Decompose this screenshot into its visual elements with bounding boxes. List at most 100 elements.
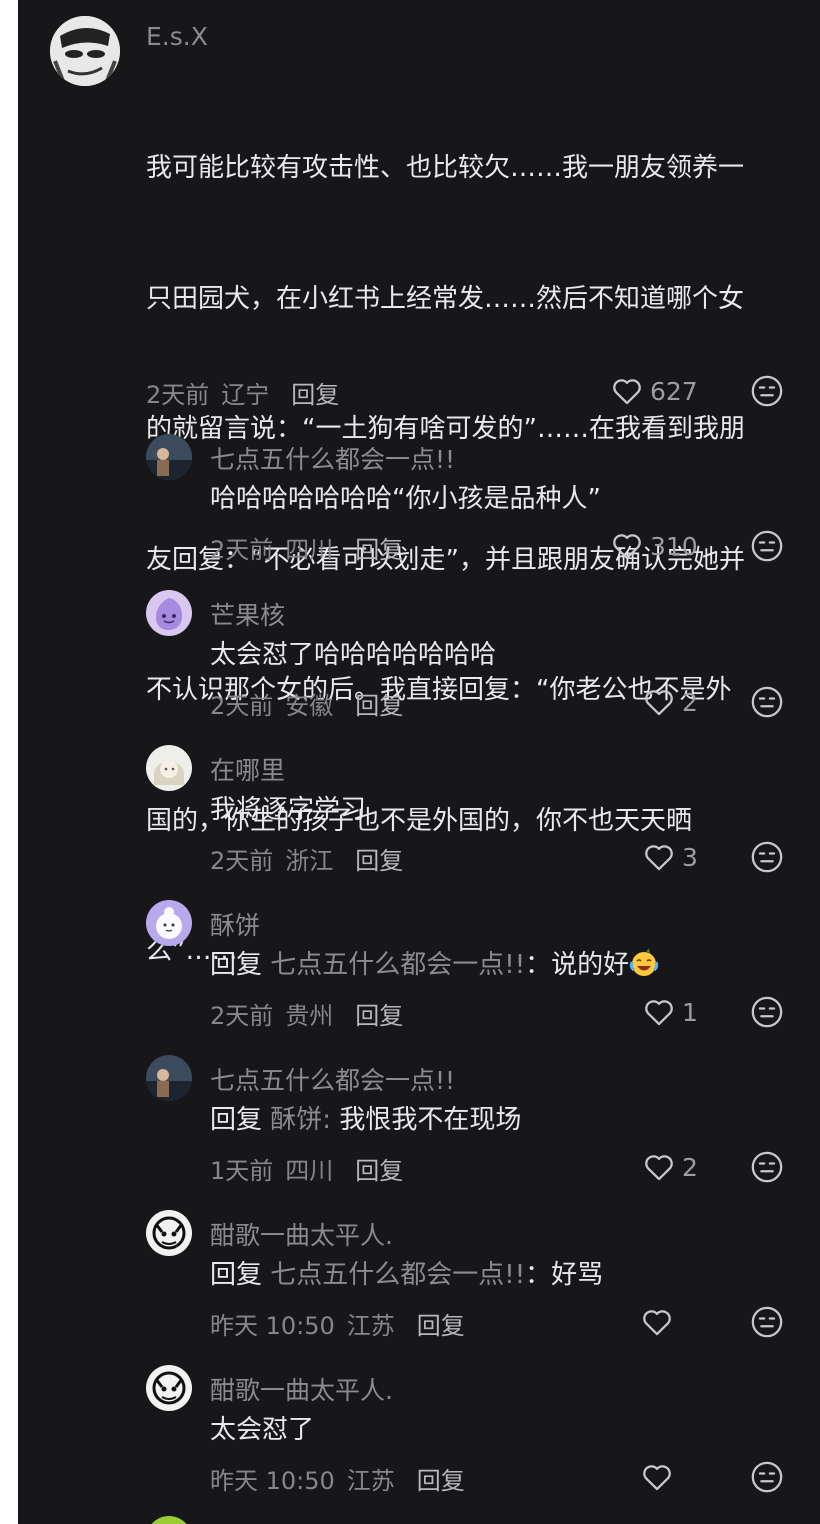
like-button[interactable]: 1 (642, 995, 698, 1029)
comment-text: 太会怼了 (210, 1415, 315, 1445)
like-count: 627 (650, 376, 698, 406)
neutral-face-icon[interactable] (750, 840, 784, 874)
like-button[interactable] (640, 1305, 680, 1339)
like-button[interactable]: 2 (642, 1150, 698, 1184)
comment-location: 辽宁 (221, 381, 270, 409)
reply-prefix: 回复 (210, 1260, 263, 1290)
comment-location: 江苏 (346, 1312, 395, 1340)
comment-time: 1天前 (210, 1157, 274, 1185)
comment-time: 2天前 (210, 1002, 274, 1030)
comment-location: 贵州 (285, 1002, 334, 1030)
comment-meta: 昨天 10:50 江苏 回复 (210, 1306, 477, 1341)
comment-username[interactable]: 酣歌一曲太平人. (210, 1371, 393, 1407)
heart-outline-icon (645, 1155, 673, 1181)
comment-time: 2天前 (210, 536, 274, 564)
reply-item: 芒果核 太会怼了哈哈哈哈哈哈哈 2天前 安徽 回复 2 (18, 586, 820, 736)
comment-meta: 2天前 贵州 回复 (210, 996, 415, 1031)
heart-outline-icon (613, 379, 641, 405)
heart-outline-icon (645, 845, 673, 871)
comment-meta: 昨天 10:50 江苏 回复 (210, 1461, 477, 1496)
comment-text: 回复 七点五什么都会一点!!：好骂 (210, 1254, 603, 1298)
comment-item: E.s.X 我可能比较有攻击性、也比较欠……我一朋友领养一 只田园犬，在小红书上… (18, 0, 820, 966)
avatar[interactable] (146, 434, 192, 480)
like-button[interactable]: 3 (642, 840, 698, 874)
comment-meta: 2天前 辽宁 回复 (146, 375, 351, 410)
neutral-face-icon[interactable] (750, 1305, 784, 1339)
avatar[interactable] (146, 1055, 192, 1101)
crying-laughing-emoji-icon (630, 949, 659, 976)
like-button[interactable]: 2 (642, 685, 698, 719)
avatar[interactable] (50, 16, 120, 86)
comment-location: 江苏 (346, 1467, 395, 1495)
reply-text: ：好骂 (525, 1260, 604, 1290)
comment-time: 2天前 (210, 847, 274, 875)
comment-location: 四川 (285, 1157, 334, 1185)
like-count: 3 (682, 842, 698, 872)
neutral-face-icon[interactable] (750, 1460, 784, 1494)
avatar[interactable] (146, 900, 192, 946)
like-button[interactable]: 310 (610, 529, 698, 563)
reply-target-user[interactable]: 七点五什么都会一点!! (270, 950, 525, 980)
heart-outline-icon (645, 690, 673, 716)
comment-username[interactable]: 芒果核 (210, 596, 285, 632)
reply-target-user[interactable]: 酥饼: (270, 1105, 331, 1135)
reply-prefix: 回复 (210, 950, 263, 980)
comment-text: 我将逐字学习 (210, 795, 367, 825)
neutral-face-icon[interactable] (750, 374, 784, 408)
avatar[interactable] (146, 590, 192, 636)
avatar[interactable] (146, 1210, 192, 1256)
comment-username[interactable]: 七点五什么都会一点!! (210, 440, 455, 476)
like-count: 1 (682, 997, 698, 1027)
comment-meta: 1天前 四川 回复 (210, 1151, 415, 1186)
neutral-face-icon[interactable] (750, 1150, 784, 1184)
comment-time: 2天前 (146, 381, 210, 409)
neutral-face-icon[interactable] (750, 529, 784, 563)
comment-meta: 2天前 安徽 回复 (210, 686, 415, 721)
reply-item: 酣歌一曲太平人. 回复 七点五什么都会一点!!：好骂 昨天 10:50 江苏 回复 (18, 1206, 820, 1356)
neutral-face-icon[interactable] (750, 995, 784, 1029)
comment-time: 2天前 (210, 692, 274, 720)
heart-outline-icon (613, 534, 641, 560)
like-button[interactable] (640, 1460, 680, 1494)
comment-username[interactable]: 七点五什么都会一点!! (210, 1061, 455, 1097)
heart-outline-icon (643, 1465, 671, 1491)
comment-location: 浙江 (285, 847, 334, 875)
reply-button[interactable]: 回复 (291, 381, 339, 409)
comment-meta: 2天前 四川 回复 (210, 530, 415, 565)
reply-item: 七点五什么都会一点!! 回复 酥饼: 我恨我不在现场 1天前 四川 回复 2 (18, 1051, 820, 1201)
reply-item: 酣歌一曲太平人. 太会怼了 昨天 10:50 江苏 回复 (18, 1361, 820, 1511)
reply-text: ：说的好 (525, 950, 630, 980)
reply-button[interactable]: 回复 (417, 1467, 465, 1495)
comment-username[interactable]: 在哪里 (210, 751, 285, 787)
avatar[interactable] (146, 1516, 192, 1524)
comment-location: 四川 (285, 536, 334, 564)
reply-item: 七点五什么都会一点!! 哈哈哈哈哈哈哈“你小孩是品种人” 2天前 四川 回复 310 (18, 430, 820, 580)
reply-button[interactable]: 回复 (355, 692, 403, 720)
avatar[interactable] (146, 745, 192, 791)
neutral-face-icon[interactable] (750, 685, 784, 719)
comment-username[interactable]: 酣歌一曲太平人. (210, 1216, 393, 1252)
reply-prefix: 回复 (210, 1105, 263, 1135)
reply-item: 在哪里 我将逐字学习 2天前 浙江 回复 3 (18, 741, 820, 891)
comment-time: 昨天 10:50 (210, 1467, 335, 1495)
heart-outline-icon (643, 1310, 671, 1336)
reply-button[interactable]: 回复 (355, 1157, 403, 1185)
comment-text: 回复 酥饼: 我恨我不在现场 (210, 1099, 521, 1143)
reply-item: 酥饼 回复 七点五什么都会一点!!：说的好 2天前 贵州 回复 1 (18, 896, 820, 1046)
comment-location: 安徽 (285, 692, 334, 720)
comment-time: 昨天 10:50 (210, 1312, 335, 1340)
avatar[interactable] (146, 1365, 192, 1411)
reply-button[interactable]: 回复 (355, 1002, 403, 1030)
like-count: 310 (650, 531, 698, 561)
comment-text: 回复 七点五什么都会一点!!：说的好 (210, 944, 659, 988)
comment-text: 太会怼了哈哈哈哈哈哈哈 (210, 640, 497, 670)
heart-outline-icon (645, 1000, 673, 1026)
reply-button[interactable]: 回复 (417, 1312, 465, 1340)
comment-username[interactable]: 酥饼 (210, 906, 260, 942)
comment-username[interactable]: E.s.X (146, 22, 208, 51)
reply-button[interactable]: 回复 (355, 847, 403, 875)
reply-target-user[interactable]: 七点五什么都会一点!! (270, 1260, 525, 1290)
like-button[interactable]: 627 (610, 374, 698, 408)
comment-meta: 2天前 浙江 回复 (210, 841, 415, 876)
reply-button[interactable]: 回复 (355, 536, 403, 564)
